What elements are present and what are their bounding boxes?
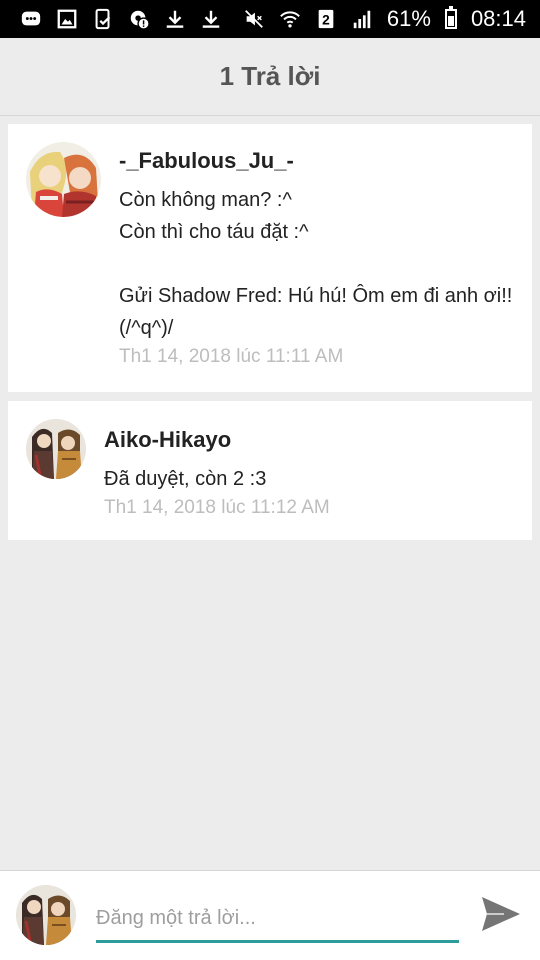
comment-text-line: Còn thì cho táu đặt :^ (119, 221, 309, 243)
clock: 08:14 (470, 6, 526, 31)
comment-text-line: Gửi Shadow Fred: Hú hú! Ôm em đi anh ơi!… (119, 285, 513, 307)
signal-icon (351, 8, 373, 30)
reply-input[interactable] (96, 897, 459, 943)
avatar[interactable] (26, 142, 101, 217)
phone-check-icon (92, 8, 114, 30)
comment-body: Aiko-Hikayo Đã duyệt, còn 2 :3 Th1 14, 2… (104, 427, 522, 519)
comment-text-line: (/^q^)/ (119, 317, 174, 339)
wifi-icon (279, 8, 301, 30)
svg-text:2: 2 (322, 13, 330, 28)
comment-timestamp: Th1 14, 2018 lúc 11:11 AM (119, 346, 344, 367)
status-bar-notifications (20, 8, 222, 30)
comment-card: -_Fabulous_Ju_- Còn không man? :^ Còn th… (8, 124, 532, 392)
comment-text-line: Đã duyệt, còn 2 :3 (104, 468, 267, 490)
page-title: 1 Trả lời (219, 61, 321, 91)
download-icon (200, 8, 222, 30)
status-bar-system: 2 61% 08:14 (243, 6, 526, 32)
sim-2-icon: 2 (315, 8, 337, 30)
settings-alert-icon (128, 8, 150, 30)
comment-timestamp: Th1 14, 2018 lúc 11:12 AM (104, 497, 330, 518)
status-bar: 2 61% 08:14 (0, 0, 540, 38)
download-icon (164, 8, 186, 30)
battery-percent: 61% (386, 6, 431, 31)
message-icon (20, 8, 42, 30)
comment-text-line (119, 248, 522, 280)
avatar (16, 885, 76, 945)
reply-bar (0, 870, 540, 960)
send-icon (480, 895, 522, 938)
comment-card: Aiko-Hikayo Đã duyệt, còn 2 :3 Th1 14, 2… (8, 401, 532, 540)
comment-author[interactable]: Aiko-Hikayo (104, 427, 522, 453)
mute-icon (243, 8, 265, 30)
send-button[interactable] (478, 895, 524, 937)
image-icon (56, 8, 78, 30)
battery-icon (444, 6, 457, 29)
comment-text-line: Còn không man? :^ (119, 189, 292, 211)
comment-body: -_Fabulous_Ju_- Còn không man? :^ Còn th… (119, 148, 522, 368)
app-header: 1 Trả lời (0, 38, 540, 116)
comment-author[interactable]: -_Fabulous_Ju_- (119, 148, 522, 174)
avatar[interactable] (26, 419, 86, 479)
